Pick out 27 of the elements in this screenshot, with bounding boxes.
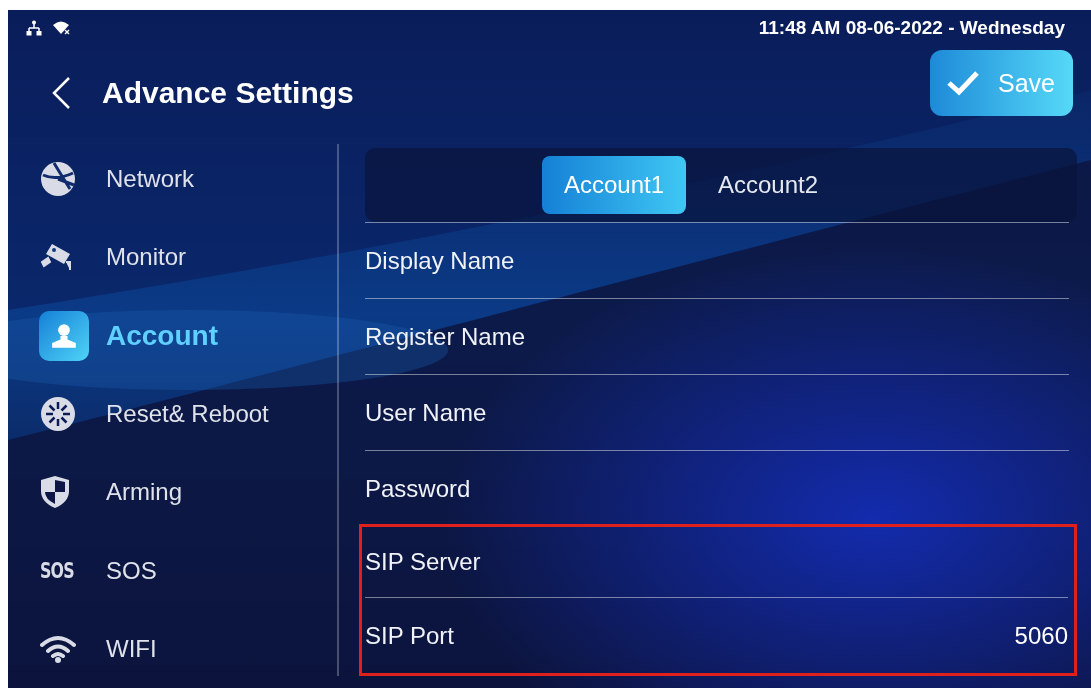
settings-row[interactable]: Password	[365, 450, 1069, 526]
person-icon	[39, 310, 89, 361]
settings-row[interactable]: Register Name	[365, 298, 1069, 374]
network-icon	[26, 20, 42, 36]
sidebar-item[interactable]: Monitor	[40, 218, 337, 297]
sidebar-item[interactable]: Account	[40, 296, 337, 375]
sidebar-item[interactable]: Arming	[40, 453, 337, 532]
globe-icon	[40, 161, 76, 198]
camera-icon	[40, 242, 74, 273]
sidebar-item[interactable]: Network	[40, 140, 337, 219]
settings-row[interactable]: SIP Port 5060	[365, 597, 1068, 673]
wifi-off-icon	[52, 20, 72, 36]
sidebar-item[interactable]: Reset& Reboot	[40, 374, 337, 454]
shield-icon	[40, 475, 70, 510]
back-icon[interactable]	[50, 76, 72, 110]
settings-row[interactable]: Display Name	[365, 222, 1069, 298]
settings-row[interactable]: User Name	[365, 374, 1069, 450]
wifi-icon	[40, 634, 76, 663]
sidebar-item[interactable]: WIFI	[40, 609, 337, 688]
settings-row[interactable]: SIP Server	[365, 527, 1068, 597]
reset-icon	[40, 396, 76, 432]
sidebar-item[interactable]: SOS SOS	[40, 531, 337, 610]
check-icon	[946, 70, 980, 96]
status-datetime: 11:48 AM 08-06-2022 - Wednesday	[758, 17, 1065, 39]
account-tab[interactable]: Account2	[696, 156, 841, 214]
page-title: Advance Settings	[102, 76, 355, 110]
sos-icon: SOS	[40, 558, 74, 584]
